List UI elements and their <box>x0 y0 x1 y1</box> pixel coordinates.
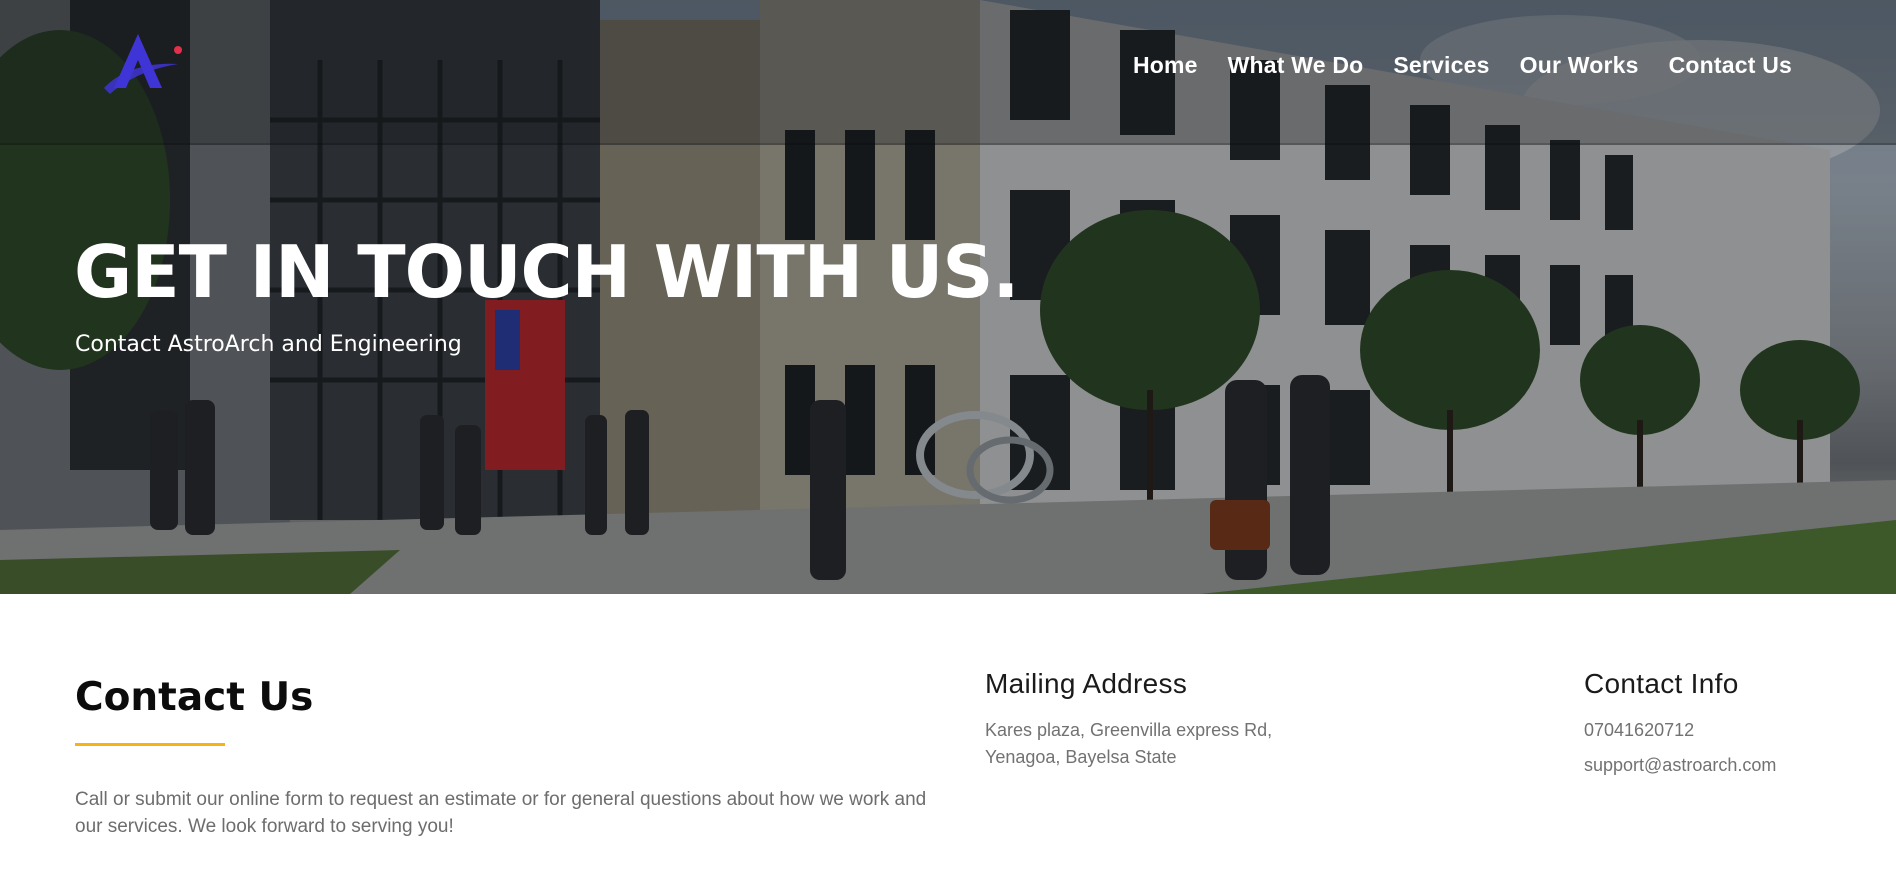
nav-our-works-link[interactable]: Our Works <box>1520 52 1639 79</box>
contact-phone[interactable]: 07041620712 <box>1584 717 1694 744</box>
hero-title: GET IN TOUCH WITH US. <box>74 230 1019 314</box>
contact-email[interactable]: support@astroarch.com <box>1584 752 1776 779</box>
title-underline <box>75 743 225 746</box>
contact-section-title: Contact Us <box>75 675 314 720</box>
mailing-address-heading: Mailing Address <box>985 668 1188 699</box>
main-nav: Home What We Do Services Our Works Conta… <box>1133 52 1792 79</box>
mailing-address-line1: Kares plaza, Greenvilla express Rd, <box>985 720 1273 740</box>
site-header: Home What We Do Services Our Works Conta… <box>0 0 1896 145</box>
nav-home-link[interactable]: Home <box>1133 52 1198 79</box>
astroarch-logo[interactable] <box>100 30 184 100</box>
nav-services-link[interactable]: Services <box>1393 52 1489 79</box>
mailing-address-line2: Yenagoa, Bayelsa State <box>985 747 1177 767</box>
nav-contact-us-link[interactable]: Contact Us <box>1669 52 1792 79</box>
hero-banner: Home What We Do Services Our Works Conta… <box>0 0 1896 594</box>
contact-description: Call or submit our online form to reques… <box>75 789 927 837</box>
nav-what-we-do-link[interactable]: What We Do <box>1228 52 1364 79</box>
hero-subtitle: Contact AstroArch and Engineering <box>75 332 462 357</box>
contact-info-heading: Contact Info <box>1584 668 1739 699</box>
